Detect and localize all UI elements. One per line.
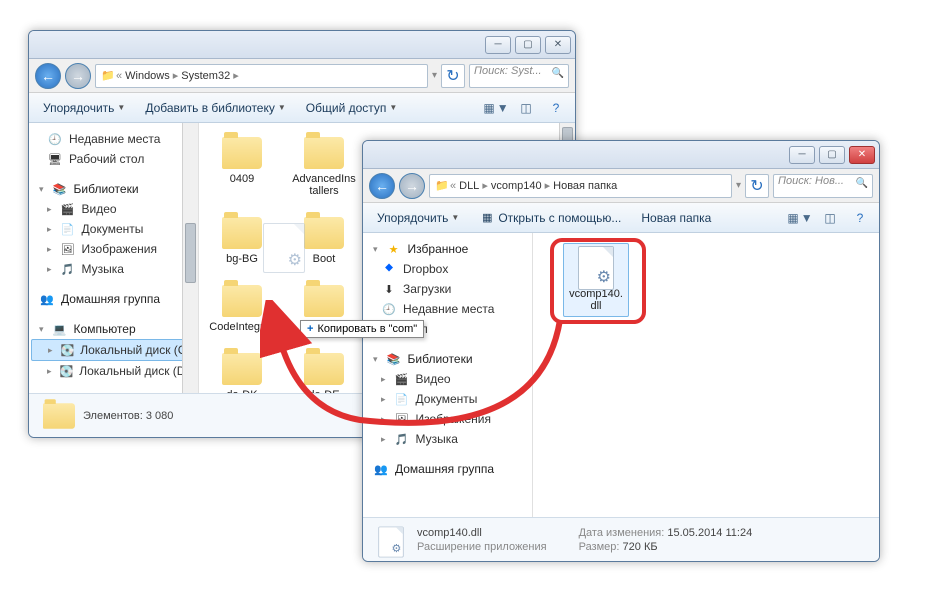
sidebar: ★Избранное ⯁Dropbox ⬇Загрузки 🕘Недавние … [363, 233, 533, 517]
sidebar-downloads[interactable]: ⬇Загрузки [363, 279, 532, 299]
file-item-vcomp140[interactable]: vcomp140.dll [563, 243, 629, 317]
sidebar-libraries[interactable]: 📚Библиотеки [363, 349, 532, 369]
titlebar[interactable]: ─ ▢ ✕ [29, 31, 575, 59]
status-filetype: Расширение приложения [417, 541, 547, 553]
sidebar-disk-c[interactable]: 💽Локальный диск (C:) [31, 339, 196, 361]
refresh-button[interactable]: ↻ [745, 174, 769, 198]
sidebar-favorites[interactable]: ★Избранное [363, 239, 532, 259]
scrollbar[interactable] [182, 123, 198, 393]
file-pane[interactable]: vcomp140.dll [533, 233, 879, 517]
sidebar-music[interactable]: 🎵Музыка [29, 259, 198, 279]
organize-button[interactable]: Упорядочить▼ [37, 98, 131, 118]
folder-item[interactable]: da-DK [209, 349, 275, 393]
minimize-button[interactable]: ─ [789, 146, 815, 164]
preview-pane-button[interactable]: ◫ [819, 207, 841, 229]
nav-bar: ← → 📁 « Windows▸ System32▸ ▾ ↻ Поиск: Sy… [29, 59, 575, 93]
view-button[interactable]: ▦▼ [789, 207, 811, 229]
search-input[interactable]: Поиск: Нов... [773, 174, 873, 198]
sidebar-images[interactable]: 🖼Изображения [363, 409, 532, 429]
view-button[interactable]: ▦▼ [485, 97, 507, 119]
sidebar-disk-d[interactable]: 💽Локальный диск (D:) [29, 361, 198, 381]
status-filename: vcomp140.dll [417, 527, 547, 539]
maximize-button[interactable]: ▢ [819, 146, 845, 164]
file-icon [263, 223, 305, 273]
sidebar-dropbox[interactable]: ⯁Dropbox [363, 259, 532, 279]
breadcrumb-seg[interactable]: Новая папка [550, 180, 620, 192]
titlebar[interactable]: ─ ▢ ✕ [363, 141, 879, 169]
file-name: vcomp140.dll [569, 288, 623, 312]
back-button[interactable]: ← [369, 173, 395, 199]
refresh-button[interactable]: ↻ [441, 64, 465, 88]
folder-item[interactable]: AdvancedInstallers [291, 133, 357, 197]
breadcrumb-seg[interactable]: vcomp140 [488, 180, 545, 192]
preview-pane-button[interactable]: ◫ [515, 97, 537, 119]
sidebar: 🕘Недавние места 🖥Рабочий стол 📚Библиотек… [29, 123, 199, 393]
sidebar-documents[interactable]: 📄Документы [363, 389, 532, 409]
sidebar-video[interactable]: 🎬Видео [29, 199, 198, 219]
sidebar-music[interactable]: 🎵Музыка [363, 429, 532, 449]
sidebar-video[interactable]: 🎬Видео [363, 369, 532, 389]
close-button[interactable]: ✕ [545, 36, 571, 54]
minimize-button[interactable]: ─ [485, 36, 511, 54]
breadcrumb-seg[interactable]: DLL [456, 180, 482, 192]
dll-file-icon [578, 246, 614, 290]
folder-icon [39, 400, 71, 432]
close-button[interactable]: ✕ [849, 146, 875, 164]
breadcrumb[interactable]: 📁 « DLL▸ vcomp140▸ Новая папка [429, 174, 732, 198]
sidebar-images[interactable]: 🖼Изображения [29, 239, 198, 259]
toolbar: Упорядочить▼ Добавить в библиотеку▼ Общи… [29, 93, 575, 123]
folder-icon: 📁 [100, 68, 116, 84]
add-to-library-button[interactable]: Добавить в библиотеку▼ [139, 98, 291, 118]
sidebar-recent[interactable]: 🕘Недавние места [29, 129, 198, 149]
status-text: Элементов: 3 080 [83, 410, 173, 422]
sidebar-computer[interactable]: 💻Компьютер [29, 319, 198, 339]
organize-button[interactable]: Упорядочить▼ [371, 208, 465, 228]
toolbar: Упорядочить▼ ▦Открыть с помощью... Новая… [363, 203, 879, 233]
help-button[interactable]: ? [849, 207, 871, 229]
dropdown-icon[interactable]: ▾ [736, 180, 741, 191]
breadcrumb[interactable]: 📁 « Windows▸ System32▸ [95, 64, 428, 88]
folder-item[interactable]: CodeIntegrity [209, 281, 275, 333]
maximize-button[interactable]: ▢ [515, 36, 541, 54]
nav-bar: ← → 📁 « DLL▸ vcomp140▸ Новая папка ▾ ↻ П… [363, 169, 879, 203]
dropdown-icon[interactable]: ▾ [432, 70, 437, 81]
forward-button[interactable]: → [399, 173, 425, 199]
status-bar: vcomp140.dll Расширение приложения Дата … [363, 517, 879, 561]
forward-button[interactable]: → [65, 63, 91, 89]
share-button[interactable]: Общий доступ▼ [300, 98, 404, 118]
dll-file-icon [373, 524, 405, 556]
folder-icon: 📁 [434, 178, 450, 194]
new-folder-button[interactable]: Новая папка [635, 208, 717, 228]
drag-tooltip: + Копировать в "com" [300, 320, 424, 338]
breadcrumb-seg[interactable]: Windows [122, 70, 173, 82]
sidebar-recent[interactable]: 🕘Недавние места [363, 299, 532, 319]
breadcrumb-seg[interactable]: System32 [178, 70, 233, 82]
sidebar-documents[interactable]: 📄Документы [29, 219, 198, 239]
back-button[interactable]: ← [35, 63, 61, 89]
folder-item[interactable]: de-DE [291, 349, 357, 393]
sidebar-desktop[interactable]: 🖥Рабочий стол [29, 149, 198, 169]
sidebar-libraries[interactable]: 📚Библиотеки [29, 179, 198, 199]
sidebar-homegroup[interactable]: 👥Домашняя группа [363, 459, 532, 479]
plus-icon: + [307, 323, 313, 335]
open-with-button[interactable]: ▦Открыть с помощью... [473, 207, 627, 229]
drag-ghost [263, 223, 305, 273]
folder-item[interactable]: 0409 [209, 133, 275, 197]
sidebar-homegroup[interactable]: 👥Домашняя группа [29, 289, 198, 309]
explorer-window-dll: ─ ▢ ✕ ← → 📁 « DLL▸ vcomp140▸ Новая папка… [362, 140, 880, 562]
search-input[interactable]: Поиск: Syst... [469, 64, 569, 88]
help-button[interactable]: ? [545, 97, 567, 119]
